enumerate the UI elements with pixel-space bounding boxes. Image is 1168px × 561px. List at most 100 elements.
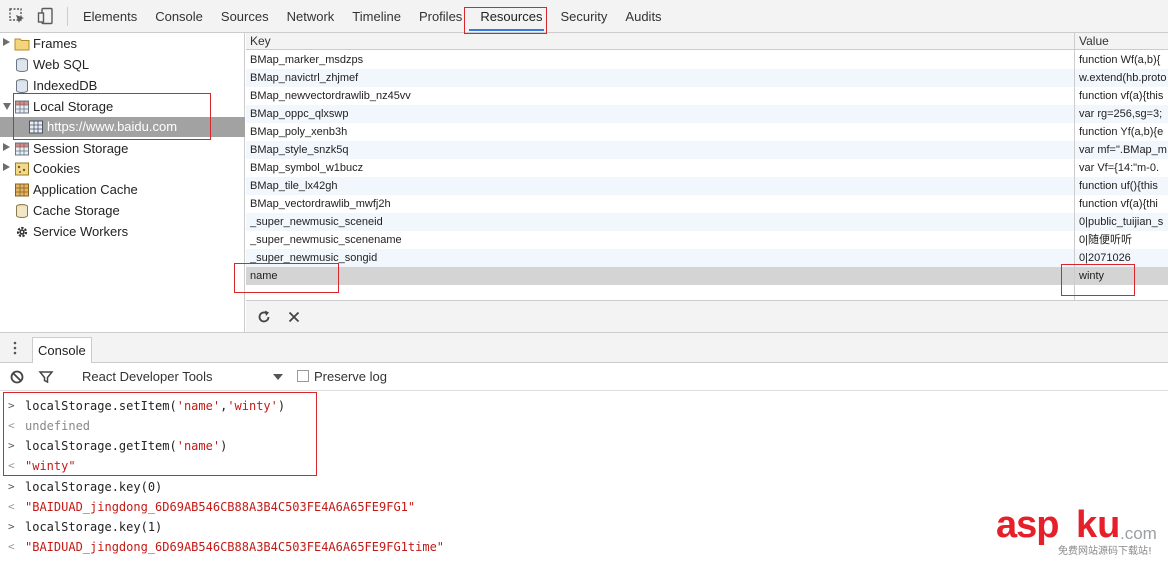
sidebar-item-label: Service Workers xyxy=(33,224,129,239)
table-body: BMap_marker_msdzps function Wf(a,b){ BMap… xyxy=(246,51,1168,285)
highlight-box-winty-value xyxy=(1061,264,1135,296)
tab-security[interactable]: Security xyxy=(551,0,616,33)
sidebar-item-service-workers[interactable]: Service Workers xyxy=(0,222,245,242)
aspku-watermark-logo: asp ku .com 免费网站源码下载站! xyxy=(996,504,1168,561)
context-selector[interactable]: React Developer Tools xyxy=(82,369,213,384)
tab-elements[interactable]: Elements xyxy=(74,0,146,33)
table-row[interactable]: BMap_oppc_qlxswp var rg=256,sg=3; xyxy=(246,105,1168,123)
tab-console[interactable]: Console xyxy=(146,0,212,33)
sidebar-item-session-storage[interactable]: Session Storage xyxy=(0,139,245,159)
delete-icon[interactable] xyxy=(286,309,302,325)
value-cell[interactable]: function vf(a){thi xyxy=(1079,195,1168,213)
table-row[interactable]: BMap_symbol_w1bucz var Vf={14:"m-0. xyxy=(246,159,1168,177)
device-mode-icon[interactable] xyxy=(37,7,55,25)
watermark-brand-ku: ku xyxy=(1076,504,1121,546)
drawer-tab-bar: Console xyxy=(0,332,1168,364)
table-row[interactable]: _super_newmusic_scenename 0|随便听听 xyxy=(246,231,1168,249)
tab-profiles[interactable]: Profiles xyxy=(410,0,471,33)
value-cell[interactable]: var rg=256,sg=3; xyxy=(1079,105,1168,123)
filter-icon[interactable] xyxy=(38,369,54,385)
key-cell[interactable]: _super_newmusic_songid xyxy=(250,249,1070,267)
watermark-brand-asp: asp xyxy=(996,504,1059,546)
preserve-log-label[interactable]: Preserve log xyxy=(314,369,387,384)
table-row[interactable]: BMap_poly_xenb3h function Yf(a,b){e xyxy=(246,123,1168,141)
table-row[interactable]: BMap_navictrl_zhjmef w.extend(hb.proto xyxy=(246,69,1168,87)
highlight-box-name-key xyxy=(234,263,339,293)
expand-arrow-icon[interactable] xyxy=(3,163,10,171)
database-icon xyxy=(16,204,28,218)
result-arrow-icon: < xyxy=(8,540,15,553)
sidebar-item-frames[interactable]: Frames xyxy=(0,34,245,54)
watermark-tagline: 免费网站源码下载站! xyxy=(1058,546,1153,557)
table-row-selected[interactable]: name winty xyxy=(246,267,1168,285)
table-row[interactable]: BMap_style_snzk5q var mf=".BMap_m xyxy=(246,141,1168,159)
expand-arrow-icon[interactable] xyxy=(3,143,10,151)
table-row[interactable]: _super_newmusic_songid 0|2071026 xyxy=(246,249,1168,267)
table-footer-toolbar xyxy=(246,300,1168,332)
highlight-box-local-storage xyxy=(13,93,211,140)
value-cell[interactable]: w.extend(hb.proto xyxy=(1079,69,1168,87)
key-cell[interactable]: BMap_navictrl_zhjmef xyxy=(250,69,1070,87)
key-cell[interactable]: name xyxy=(250,267,1070,285)
code-text: localStorage.key(1) xyxy=(25,520,163,534)
value-cell[interactable]: var Vf={14:"m-0. xyxy=(1079,159,1168,177)
sidebar-item-application-cache[interactable]: Application Cache xyxy=(0,180,245,200)
key-cell[interactable]: BMap_poly_xenb3h xyxy=(250,123,1070,141)
value-cell[interactable]: function vf(a){this xyxy=(1079,87,1168,105)
gear-icon xyxy=(16,226,28,238)
table-row[interactable]: _super_newmusic_sceneid 0|public_tuijian_… xyxy=(246,213,1168,231)
highlight-box-resources-tab xyxy=(464,7,547,34)
panel-tabs: Elements Console Sources Network Timelin… xyxy=(74,0,671,33)
table-row[interactable]: BMap_marker_msdzps function Wf(a,b){ xyxy=(246,51,1168,69)
value-cell[interactable]: function uf(){this xyxy=(1079,177,1168,195)
refresh-icon[interactable] xyxy=(256,309,272,325)
table-header: Key Value xyxy=(246,33,1168,50)
value-cell[interactable]: 0|public_tuijian_s xyxy=(1079,213,1168,231)
expand-arrow-icon[interactable] xyxy=(3,38,10,46)
column-header-value[interactable]: Value xyxy=(1075,33,1109,50)
table-row[interactable]: BMap_tile_lx42gh function uf(){this xyxy=(246,177,1168,195)
result-text: "BAIDUAD_jingdong_6D69AB546CB88A3B4C503F… xyxy=(25,500,416,514)
value-cell[interactable]: function Wf(a,b){ xyxy=(1079,51,1168,69)
value-cell[interactable]: var mf=".BMap_m xyxy=(1079,141,1168,159)
inspect-element-icon[interactable] xyxy=(8,7,26,25)
drawer-menu-icon[interactable] xyxy=(8,340,22,356)
drawer-tab-console[interactable]: Console xyxy=(32,337,92,364)
tab-audits[interactable]: Audits xyxy=(616,0,670,33)
value-cell[interactable]: function Yf(a,b){e xyxy=(1079,123,1168,141)
folder-icon xyxy=(14,38,30,51)
key-cell[interactable]: _super_newmusic_scenename xyxy=(250,231,1070,249)
console-toolbar: React Developer Tools Preserve log xyxy=(0,363,1168,391)
sidebar-item-cache-storage[interactable]: Cache Storage xyxy=(0,201,245,221)
key-cell[interactable]: BMap_newvectordrawlib_nz45vv xyxy=(250,87,1070,105)
table-row[interactable]: BMap_newvectordrawlib_nz45vv function vf(… xyxy=(246,87,1168,105)
tab-network[interactable]: Network xyxy=(278,0,344,33)
collapse-arrow-icon[interactable] xyxy=(3,103,11,110)
console-input-line[interactable]: > localStorage.key(1) xyxy=(0,517,1168,537)
toolbar-divider xyxy=(67,7,68,26)
value-cell[interactable]: 0|随便听听 xyxy=(1079,231,1168,249)
column-divider[interactable] xyxy=(1074,33,1075,300)
tab-timeline[interactable]: Timeline xyxy=(343,0,410,33)
highlight-box-console-commands xyxy=(3,392,317,476)
chevron-down-icon[interactable] xyxy=(273,374,283,380)
key-cell[interactable]: BMap_tile_lx42gh xyxy=(250,177,1070,195)
key-cell[interactable]: BMap_oppc_qlxswp xyxy=(250,105,1070,123)
key-cell[interactable]: BMap_style_snzk5q xyxy=(250,141,1070,159)
key-cell[interactable]: BMap_symbol_w1bucz xyxy=(250,159,1070,177)
sidebar-item-label: Cache Storage xyxy=(33,203,120,218)
table-row[interactable]: BMap_vectordrawlib_mwfj2h function vf(a){… xyxy=(246,195,1168,213)
sidebar-item-label: Application Cache xyxy=(33,182,138,197)
key-cell[interactable]: BMap_vectordrawlib_mwfj2h xyxy=(250,195,1070,213)
key-cell[interactable]: BMap_marker_msdzps xyxy=(250,51,1070,69)
sidebar-item-web-sql[interactable]: Web SQL xyxy=(0,55,245,75)
preserve-log-checkbox[interactable] xyxy=(297,370,309,382)
sidebar-item-label: Frames xyxy=(33,36,78,51)
clear-console-icon[interactable] xyxy=(9,369,25,385)
console-result-line: < "BAIDUAD_jingdong_6D69AB546CB88A3B4C50… xyxy=(0,497,1168,517)
key-cell[interactable]: _super_newmusic_sceneid xyxy=(250,213,1070,231)
tab-sources[interactable]: Sources xyxy=(212,0,278,33)
column-header-key[interactable]: Key xyxy=(246,33,271,50)
console-input-line[interactable]: > localStorage.key(0) xyxy=(0,477,1168,497)
sidebar-item-cookies[interactable]: Cookies xyxy=(0,159,245,179)
